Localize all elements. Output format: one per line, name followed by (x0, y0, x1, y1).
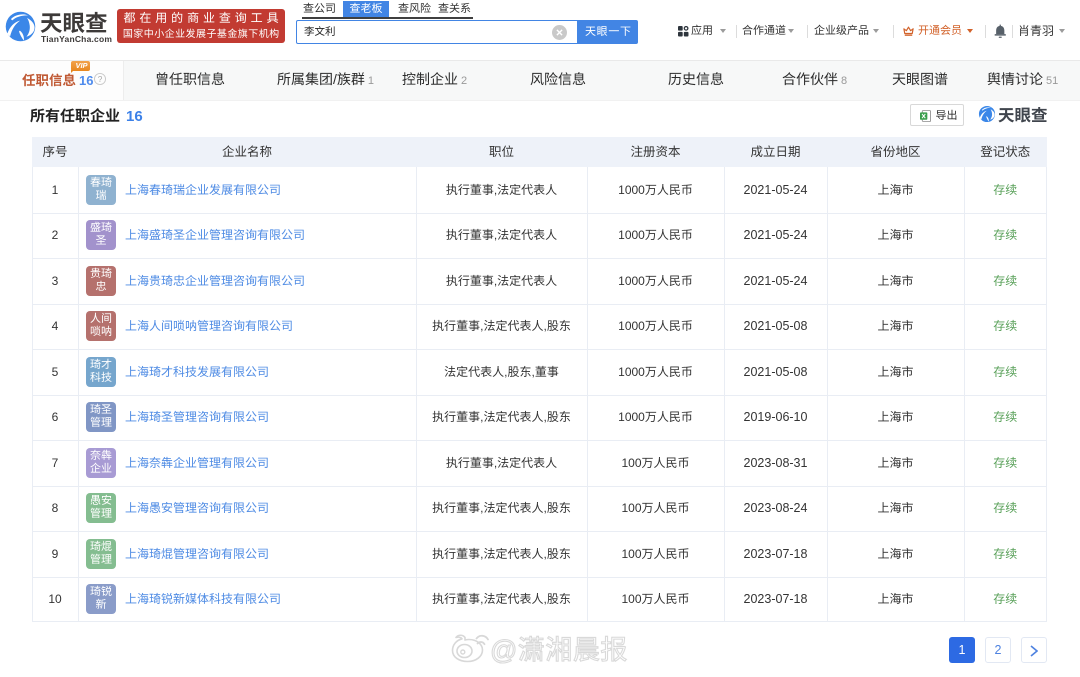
svg-text:?: ? (98, 74, 103, 84)
